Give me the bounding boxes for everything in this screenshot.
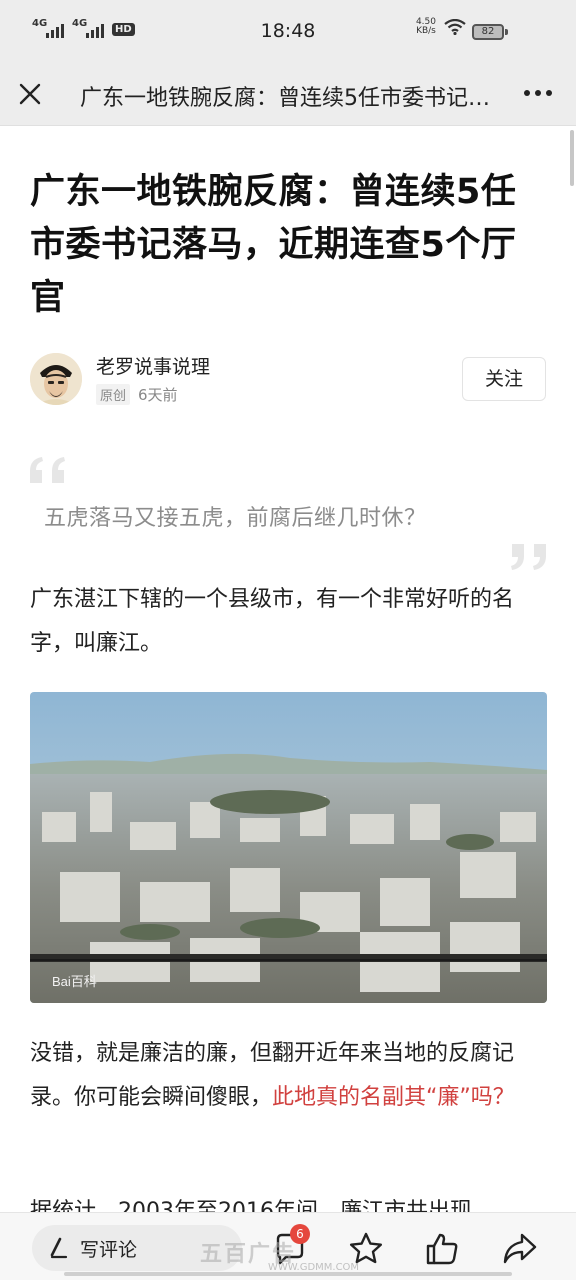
more-icon[interactable] [524, 90, 552, 96]
battery-cap [505, 29, 508, 35]
battery-icon: 82 [472, 24, 504, 40]
scrollbar[interactable] [570, 130, 574, 186]
publish-time: 6天前 [138, 386, 178, 404]
share-icon[interactable] [502, 1231, 538, 1267]
follow-button[interactable]: 关注 [462, 357, 546, 401]
city-photo: Bai百科 [30, 692, 547, 1003]
network-speed-unit: KB/s [416, 26, 436, 36]
avatar[interactable] [30, 353, 82, 405]
avatar-image [30, 353, 82, 405]
network-speed: 4.50 KB/s [416, 18, 436, 36]
close-quote-icon [511, 544, 546, 570]
image-watermark: Bai百科 [52, 974, 97, 989]
original-tag: 原创 [96, 384, 131, 405]
status-bar: 4G 4G HD 18:48 4.50 KB/s 82 [0, 0, 576, 64]
quote-text: 五虎落马又接五虎，前腐后继几时休？ [44, 506, 427, 531]
article-image[interactable]: Bai百科 [30, 692, 547, 1003]
paragraph-2-highlight: 此地真的名副其“廉”吗？ [272, 1085, 515, 1110]
like-icon[interactable] [424, 1231, 460, 1267]
author-name[interactable]: 老罗说事说理 [96, 352, 210, 379]
open-quote-icon [30, 457, 65, 483]
paragraph-2: 没错，就是廉洁的廉，但翻开近年来当地的反腐记录。你可能会瞬间傻眼，此地真的名副其… [30, 1032, 548, 1120]
close-icon[interactable] [16, 80, 44, 108]
article-meta: 原创 6天前 [96, 384, 178, 405]
comment-placeholder: 写评论 [80, 1238, 138, 1261]
pen-icon [50, 1237, 68, 1259]
paragraph-1: 广东湛江下辖的一个县级市，有一个非常好听的名字，叫廉江。 [30, 587, 515, 656]
article-title: 广东一地铁腕反腐：曾连续5任市委书记落马，近期连查5个厅官 [30, 172, 517, 318]
nav-bar: 广东一地铁腕反腐：曾连续5任市委书记落马，近期连查5个厅官 [0, 64, 576, 126]
home-indicator[interactable] [64, 1272, 512, 1276]
status-right: 4.50 KB/s [416, 18, 466, 36]
wifi-icon [444, 19, 466, 35]
nav-title: 广东一地铁腕反腐：曾连续5任市委书记落马，近期连查5个厅官 [80, 86, 500, 111]
